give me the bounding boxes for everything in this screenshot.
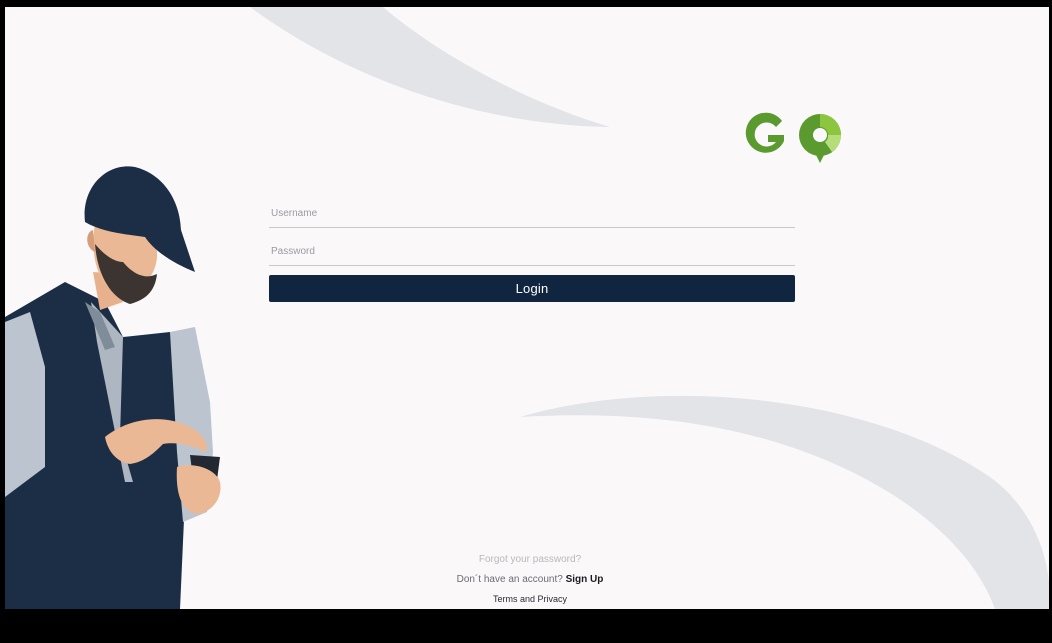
go-logo: GO bbox=[745, 112, 841, 163]
terms-privacy-link[interactable]: Terms and Privacy bbox=[345, 594, 715, 604]
password-input[interactable] bbox=[269, 237, 795, 265]
forgot-password-link[interactable]: Forgot your password? bbox=[345, 554, 715, 565]
logo-g-shape bbox=[745, 112, 784, 153]
login-button[interactable]: Login bbox=[269, 275, 795, 302]
man-with-phone-illustration bbox=[5, 166, 221, 609]
username-input[interactable] bbox=[269, 199, 795, 227]
signup-link[interactable]: Sign Up bbox=[566, 574, 604, 585]
username-field[interactable] bbox=[269, 199, 795, 228]
no-account-text: Don´t have an account? bbox=[456, 574, 563, 585]
top-swoosh-shape bbox=[250, 7, 610, 127]
password-field[interactable] bbox=[269, 237, 795, 266]
signup-row: Don´t have an account? Sign Up bbox=[345, 574, 715, 585]
location-pin-icon bbox=[799, 114, 841, 163]
login-screen: GO Login Forgot your password? Don´t ha bbox=[5, 7, 1049, 609]
